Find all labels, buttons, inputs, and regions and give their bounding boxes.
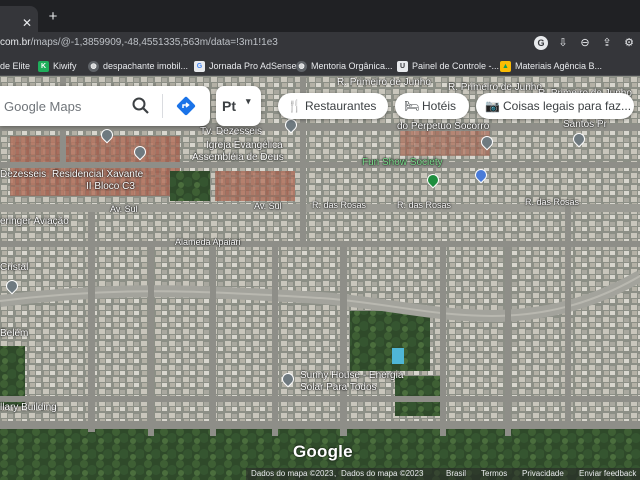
active-tab[interactable]: ✕ xyxy=(0,6,38,32)
map-label-street: R. Primeiro de Junho xyxy=(337,77,431,88)
search-box xyxy=(0,86,210,126)
map-data-credit[interactable]: Dados do mapa ©2023 xyxy=(341,468,423,480)
chip-restaurants[interactable]: 🍴 Restaurantes xyxy=(278,93,388,119)
map-label-street: Dezesseis xyxy=(0,169,47,180)
fork-knife-icon: 🍴 xyxy=(287,99,302,113)
map-label-residential[interactable]: II Bloco C3 xyxy=(86,181,135,192)
globe-icon: ◍ xyxy=(88,60,99,72)
map-label-building[interactable]: llary Building xyxy=(0,402,57,413)
bookmark-materiais[interactable]: ▲ Materiais Agência B... xyxy=(500,59,602,73)
attribution-separator: , xyxy=(334,469,337,478)
install-app-icon[interactable]: ⇩ xyxy=(556,36,570,50)
bookmark-adsense[interactable]: G Jornada Pro AdSense xyxy=(194,59,297,73)
chip-things-to-do[interactable]: 📷 Coisas legais para faz... xyxy=(476,93,634,119)
address-bar-actions: G ⇩ ⊖ ⇪ ⚙ xyxy=(534,36,636,50)
terms-link[interactable]: Termos xyxy=(481,468,507,480)
tab-strip: ✕ + xyxy=(0,0,640,32)
profile-button[interactable]: Pt ▾ xyxy=(216,86,261,126)
country-link[interactable]: Brasil xyxy=(446,468,466,480)
map-label-street: Tv. Dezesseis xyxy=(200,126,263,137)
chip-hotels[interactable]: 🛏 Hotéis xyxy=(395,93,469,119)
bookmark-elite[interactable]: de Elite xyxy=(0,59,30,73)
url-path: /maps/@-1,3859909,-48,4551335,563m/data=… xyxy=(30,37,278,48)
satellite-imagery xyxy=(0,76,640,480)
map-label-church: Assembléia de Deus xyxy=(192,152,284,163)
map-data-credit: Dados do mapa ©2023 xyxy=(251,469,334,478)
map-label-street: R. das Rosas xyxy=(397,200,452,210)
satellite-map[interactable]: R. Primeiro de Junho R. Primeiro de Junh… xyxy=(0,76,640,480)
bookmark-kiwify[interactable]: K Kiwify xyxy=(38,59,77,73)
bookmark-despachante[interactable]: ◍ despachante imobil... xyxy=(88,59,188,73)
search-icon[interactable] xyxy=(130,96,152,116)
map-label-church: do Perpetuo Socorro xyxy=(397,121,490,132)
google-icon: G xyxy=(194,60,205,72)
profile-label: Pt xyxy=(222,98,236,114)
close-tab-icon[interactable]: ✕ xyxy=(22,17,32,29)
map-label-street: R. Primeiro de Junho xyxy=(448,82,542,93)
camera-icon: 📷 xyxy=(485,99,500,113)
map-label-sports[interactable]: Fun Show Society xyxy=(362,157,443,168)
share-icon[interactable]: ⇪ xyxy=(600,36,614,50)
drive-icon: ▲ xyxy=(500,60,511,72)
map-label-street: Alameda Apaiari xyxy=(175,237,241,247)
map-attribution: Dados do mapa ©2023 , Dados do mapa ©202… xyxy=(0,468,640,480)
map-label-place: Belém xyxy=(0,328,29,339)
map-label-street: Av. Sul xyxy=(110,204,138,214)
globe-icon: ◍ xyxy=(296,60,307,72)
bookmarks-bar: de Elite K Kiwify ◍ despachante imobil... … xyxy=(0,56,640,76)
extensions-icon[interactable]: ⚙ xyxy=(622,36,636,50)
map-label-residential[interactable]: Residencial Xavante xyxy=(52,169,143,180)
bookmark-mentoria[interactable]: ◍ Mentoria Orgânica... xyxy=(296,59,393,73)
search-divider xyxy=(162,94,163,118)
map-label-business[interactable]: Solar Para Todos xyxy=(300,382,377,393)
address-bar[interactable]: com.br/maps/@-1,3859909,-48,4551335,563m… xyxy=(0,32,640,56)
new-tab-button[interactable]: + xyxy=(44,9,62,24)
map-label-place: Santos Pr xyxy=(563,119,607,130)
feedback-link[interactable]: Enviar feedback xyxy=(579,468,636,480)
bed-icon: 🛏 xyxy=(404,99,420,113)
google-logo: Google xyxy=(293,442,353,461)
search-input[interactable] xyxy=(4,96,128,116)
google-lens-icon[interactable]: G xyxy=(534,36,548,50)
privacy-link[interactable]: Privacidade xyxy=(522,468,564,480)
zoom-icon[interactable]: ⊖ xyxy=(578,36,592,50)
kiwify-icon: K xyxy=(38,60,49,72)
map-label-business[interactable]: Sunny House - Energia xyxy=(300,370,403,381)
shield-icon: U xyxy=(397,60,408,72)
map-label-place[interactable]: eringer Aviação xyxy=(0,216,69,227)
map-label-place: Cristal xyxy=(0,262,29,273)
url-text[interactable]: com.br/maps/@-1,3859909,-48,4551335,563m… xyxy=(0,37,278,49)
map-label-church: Igreja Evangélica xyxy=(206,140,283,151)
bookmark-painel[interactable]: U Painel de Controle -... xyxy=(397,59,499,73)
map-label-street: Av. Sul xyxy=(254,201,282,211)
url-host: com.br xyxy=(0,37,31,48)
map-label-street: R. das Rosas xyxy=(312,200,367,210)
map-label-street: R. das Rosas xyxy=(525,197,580,207)
chevron-down-icon: ▾ xyxy=(246,96,251,106)
directions-icon[interactable] xyxy=(175,95,197,117)
